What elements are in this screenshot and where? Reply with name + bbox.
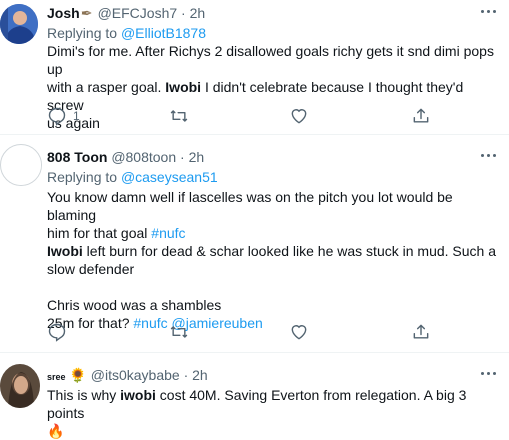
- author-name[interactable]: sree: [47, 372, 66, 382]
- default-avatar-icon: [2, 146, 41, 185]
- share-icon: [413, 108, 429, 123]
- share-button[interactable]: [411, 106, 431, 126]
- emoji-icon: ✒: [80, 5, 93, 21]
- avatar[interactable]: [0, 4, 38, 44]
- highlight-text: Iwobi: [165, 79, 202, 95]
- avatar[interactable]: [0, 144, 42, 186]
- replying-to: Replying to @caseysean51: [47, 168, 218, 186]
- author-name[interactable]: 808 Toon: [47, 149, 107, 165]
- replying-prefix: Replying to: [47, 169, 121, 185]
- like-button[interactable]: [289, 106, 309, 126]
- timestamp[interactable]: 2h: [189, 149, 205, 165]
- more-options-icon[interactable]: [479, 365, 499, 383]
- heart-icon: [291, 109, 307, 124]
- share-button[interactable]: [411, 322, 431, 342]
- separator: ·: [180, 149, 185, 165]
- text-line: Iwobi left burn for dead & schar looked …: [47, 242, 502, 260]
- text-span: This is why: [47, 387, 121, 403]
- author-name[interactable]: Josh: [47, 5, 80, 21]
- more-options-icon[interactable]: [479, 3, 499, 21]
- timestamp[interactable]: 2h: [190, 5, 206, 21]
- heart-icon: [291, 325, 307, 340]
- timestamp[interactable]: 2h: [192, 367, 208, 383]
- highlight-text: Iwobi: [47, 243, 83, 259]
- replying-to-link[interactable]: @caseysean51: [121, 169, 218, 185]
- more-options-icon[interactable]: [479, 147, 499, 165]
- fire-icon: 🔥: [47, 423, 65, 439]
- profile-photo-icon: [0, 364, 40, 408]
- like-button[interactable]: [289, 322, 309, 342]
- reply-icon: [48, 107, 66, 126]
- replying-prefix: Replying to: [47, 25, 121, 41]
- reply-icon: [48, 323, 66, 342]
- author-handle[interactable]: @its0kaybabe: [91, 367, 180, 383]
- reply-count: 1: [73, 109, 80, 123]
- avatar[interactable]: [0, 364, 40, 408]
- tweet-text: You know damn well if lascelles was on t…: [47, 188, 502, 332]
- action-bar: 1: [47, 106, 487, 126]
- author-handle[interactable]: @EFCJosh7: [98, 5, 178, 21]
- text-line: Chris wood was a shambles: [47, 297, 222, 313]
- hashtag-link[interactable]: #nufc: [151, 225, 185, 241]
- replying-to-link[interactable]: @ElliotB1878: [121, 25, 206, 41]
- retweet-button[interactable]: [168, 106, 190, 126]
- reply-button[interactable]: [47, 322, 67, 342]
- tweet-1[interactable]: Josh✒ @EFCJosh7 · 2h Replying to @Elliot…: [0, 0, 509, 132]
- text-line: You know damn well if lascelles was on t…: [47, 189, 453, 223]
- tweet-2[interactable]: 808 Toon @808toon · 2h Replying to @case…: [0, 144, 509, 344]
- tweet-text: This is why iwobi cost 40M. Saving Evert…: [47, 386, 502, 440]
- profile-photo-icon: [0, 4, 38, 44]
- share-icon: [413, 324, 429, 339]
- text-span: left burn for dead & schar looked like h…: [82, 243, 496, 259]
- sunflower-icon: 🌻: [69, 367, 87, 383]
- text-line: This is why iwobi cost 40M. Saving Evert…: [47, 386, 502, 422]
- tweet-3[interactable]: sree 🌻 @its0kaybabe · 2h This is why iwo…: [0, 362, 509, 439]
- highlight-text: iwobi: [120, 387, 156, 403]
- separator: ·: [181, 5, 186, 21]
- divider: [0, 134, 509, 135]
- action-bar: [47, 322, 487, 342]
- retweet-icon: [170, 110, 188, 122]
- replying-to: Replying to @ElliotB1878: [47, 24, 206, 42]
- divider: [0, 352, 509, 353]
- separator: ·: [183, 367, 189, 383]
- reply-button[interactable]: 1: [47, 106, 80, 126]
- text-line: slow defender: [47, 261, 135, 277]
- text-span: with a rasper goal.: [47, 79, 166, 95]
- retweet-icon: [170, 326, 188, 338]
- text-line: Dimi's for me. After Richys 2 disallowed…: [47, 43, 494, 77]
- text-span: him for that goal: [47, 225, 152, 241]
- retweet-button[interactable]: [168, 322, 190, 342]
- text-line: him for that goal #nufc: [47, 224, 502, 242]
- author-handle[interactable]: @808toon: [111, 149, 176, 165]
